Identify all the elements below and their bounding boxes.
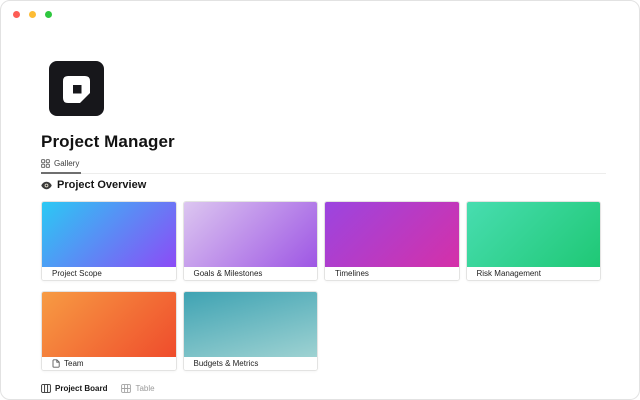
card-footer: Risk Management <box>467 267 601 280</box>
tab-gallery[interactable]: Gallery <box>41 157 81 174</box>
card-cover <box>467 202 601 267</box>
card-goals-milestones[interactable]: Goals & Milestones <box>183 201 319 281</box>
card-footer: Goals & Milestones <box>184 267 318 280</box>
card-footer: Project Scope <box>42 267 176 280</box>
bottom-tab-bar: Project Board Table <box>41 384 155 393</box>
card-cover <box>42 202 176 267</box>
card-cover <box>184 202 318 267</box>
page-title: Project Manager <box>41 132 175 152</box>
card-label: Risk Management <box>477 269 541 278</box>
tab-gallery-label: Gallery <box>54 159 79 168</box>
tab-project-board[interactable]: Project Board <box>41 384 107 393</box>
close-window-button[interactable] <box>13 11 20 18</box>
table-icon <box>121 384 131 393</box>
tab-table[interactable]: Table <box>121 384 154 393</box>
card-footer: Timelines <box>325 267 459 280</box>
view-tab-bar: Gallery <box>41 157 606 174</box>
minimize-window-button[interactable] <box>29 11 36 18</box>
window-controls <box>13 11 52 18</box>
card-cover <box>184 292 318 357</box>
gallery-view: Project Scope Goals & Milestones Timelin… <box>41 201 601 371</box>
card-cover <box>325 202 459 267</box>
card-budgets-metrics[interactable]: Budgets & Metrics <box>183 291 319 371</box>
zoom-window-button[interactable] <box>45 11 52 18</box>
card-label: Goals & Milestones <box>194 269 263 278</box>
card-risk-management[interactable]: Risk Management <box>466 201 602 281</box>
card-team[interactable]: Team <box>41 291 177 371</box>
card-label: Project Scope <box>52 269 102 278</box>
card-label: Timelines <box>335 269 369 278</box>
section-header: Project Overview <box>41 179 146 191</box>
card-footer: Team <box>42 357 176 370</box>
tab-table-label: Table <box>135 384 154 393</box>
card-label: Team <box>64 359 84 368</box>
card-timelines[interactable]: Timelines <box>324 201 460 281</box>
card-project-scope[interactable]: Project Scope <box>41 201 177 281</box>
card-footer: Budgets & Metrics <box>184 357 318 370</box>
page-logo-icon[interactable] <box>49 61 104 116</box>
app-window: Project Manager Gallery Project Over <box>0 0 640 400</box>
card-cover <box>42 292 176 357</box>
eye-icon <box>41 181 52 190</box>
card-label: Budgets & Metrics <box>194 359 259 368</box>
tab-project-board-label: Project Board <box>55 384 107 393</box>
board-icon <box>41 384 51 393</box>
section-title: Project Overview <box>57 179 146 191</box>
gallery-grid-icon <box>41 159 50 168</box>
page-icon <box>52 359 60 368</box>
